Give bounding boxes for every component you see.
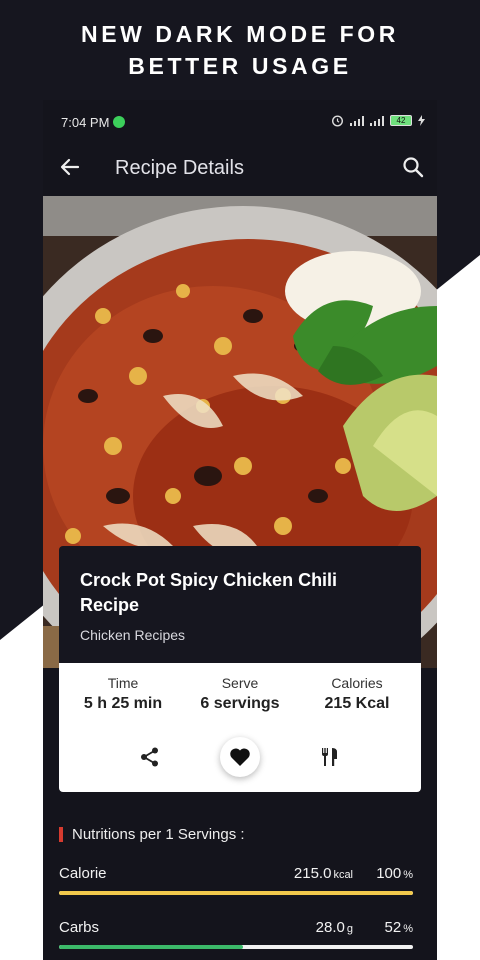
nutrient-progress-fill	[59, 891, 413, 895]
charging-icon	[418, 115, 425, 126]
stat-calories-value: 215 Kcal	[324, 695, 390, 712]
favorite-button[interactable]	[220, 737, 260, 777]
stat-time-value: 5 h 25 min	[83, 695, 163, 712]
ingredients-button[interactable]	[310, 737, 350, 777]
stat-calories: Calories 215 Kcal	[297, 675, 417, 713]
recipe-title: Crock Pot Spicy Chicken Chili Recipe	[80, 570, 338, 615]
signal-icon	[350, 115, 364, 126]
nutrient-percent: 52%	[384, 919, 413, 936]
status-icons: 42	[331, 114, 425, 127]
heart-icon	[230, 748, 250, 766]
nutrient-progress-fill	[59, 945, 244, 949]
notification-icon	[113, 116, 125, 128]
stat-calories-label: Calories	[331, 675, 383, 691]
nutrient-amount: 215.0 kcal	[293, 865, 353, 882]
share-button[interactable]	[130, 737, 170, 777]
nutrient-percent: 100%	[376, 865, 413, 882]
nutrient-name: Calorie	[59, 865, 107, 882]
signal-icon-2	[370, 115, 384, 126]
status-time: 7:04 PM	[61, 115, 110, 130]
recipe-info-card: Crock Pot Spicy Chicken Chili Recipe Chi…	[59, 546, 421, 792]
recipe-header: Crock Pot Spicy Chicken Chili Recipe Chi…	[59, 546, 421, 663]
section-accent	[59, 827, 63, 842]
nutrition-heading: Nutritions per 1 Servings :	[59, 826, 245, 843]
nutrient-name: Carbs	[59, 919, 100, 936]
arrow-left-icon[interactable]	[58, 155, 82, 179]
battery-icon: 42	[390, 115, 412, 126]
page-title: Recipe Details	[115, 157, 244, 179]
headline-line-2: BETTER USAGE	[128, 53, 352, 79]
recipe-category[interactable]: Chicken Recipes	[80, 627, 401, 643]
promo-headline: NEW DARK MODE FOR BETTER USAGE	[0, 18, 480, 82]
nutrition-heading-text: Nutritions per 1 Servings :	[72, 826, 245, 843]
search-icon[interactable]	[401, 155, 425, 179]
utensils-icon	[322, 748, 337, 766]
status-bar: 7:04 PM 42	[43, 100, 437, 142]
app-bar: Recipe Details	[43, 142, 437, 196]
phone-screen: 7:04 PM 42 Recipe Details Crock Pot Spic…	[43, 100, 437, 960]
nutrient-progress-track	[59, 891, 413, 895]
alarm-icon	[331, 115, 344, 127]
nutrient-progress-track	[59, 945, 413, 949]
stat-serve-value: 6 servings	[200, 695, 280, 712]
share-icon	[141, 747, 158, 767]
stat-time: Time 5 h 25 min	[63, 675, 183, 713]
stat-serve: Serve 6 servings	[180, 675, 300, 713]
recipe-stats: Time 5 h 25 min Serve 6 servings Calorie…	[59, 663, 421, 792]
headline-line-1: NEW DARK MODE FOR	[80, 21, 400, 47]
stat-serve-label: Serve	[221, 675, 259, 691]
nutrient-amount: 28.0 g	[315, 919, 353, 936]
stat-time-label: Time	[107, 675, 139, 691]
